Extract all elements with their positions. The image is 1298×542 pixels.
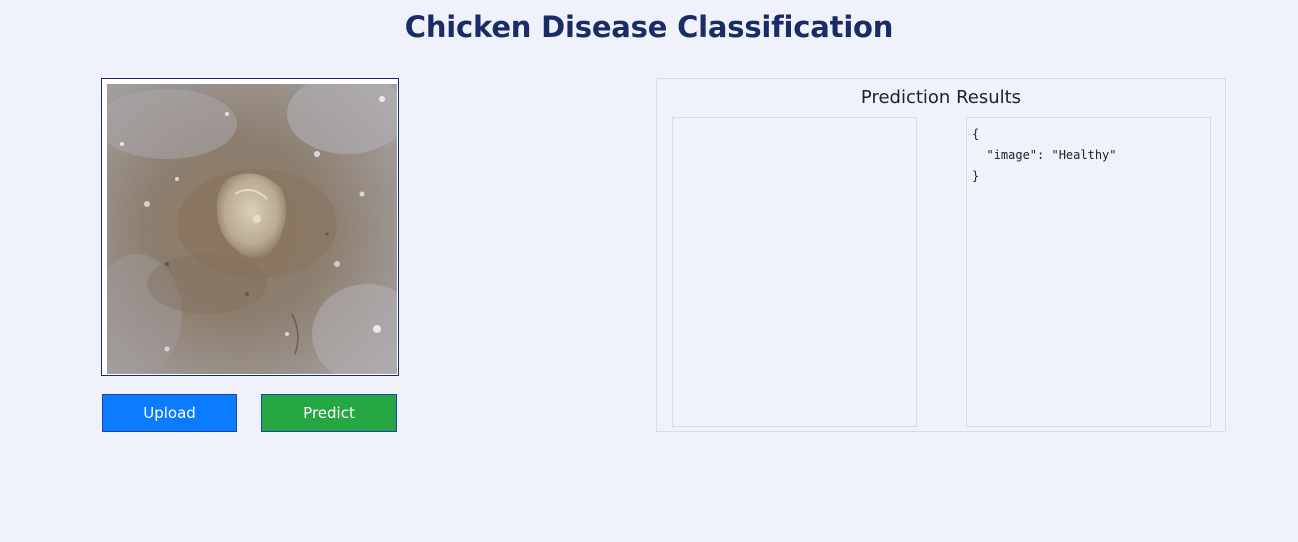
chicken-droppings-image xyxy=(107,84,397,374)
predict-button[interactable]: Predict xyxy=(261,394,397,432)
prediction-json-output: { "image": "Healthy" } xyxy=(972,127,1117,183)
page-title: Chicken Disease Classification xyxy=(404,10,894,44)
result-json-box: { "image": "Healthy" } xyxy=(966,117,1211,427)
result-image-box xyxy=(672,117,917,427)
image-preview-frame xyxy=(101,78,399,376)
prediction-results-title: Prediction Results xyxy=(860,87,1022,108)
upload-button[interactable]: Upload xyxy=(102,394,237,432)
prediction-results-panel: Prediction Results { "image": "Healthy" … xyxy=(656,78,1226,432)
